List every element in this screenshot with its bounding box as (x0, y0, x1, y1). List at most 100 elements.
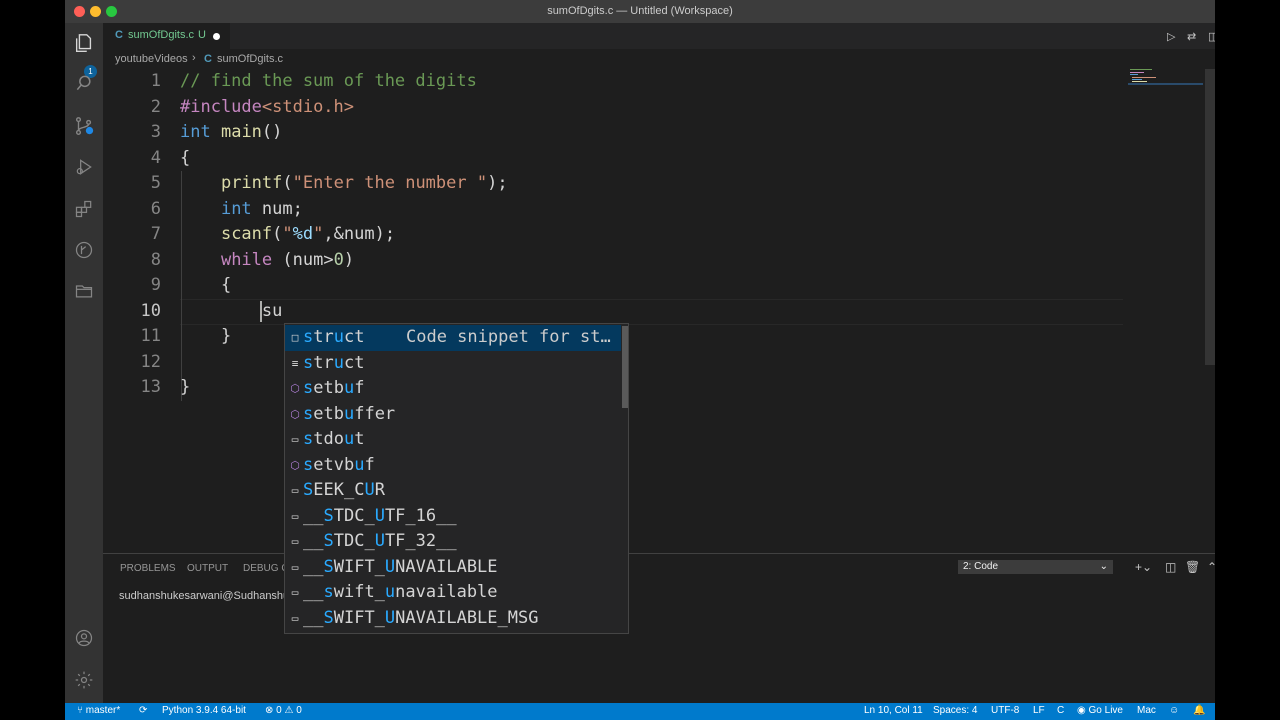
suggestion-item[interactable]: ▭ __swift_unavailable (285, 580, 621, 606)
settings-gear-icon[interactable] (72, 668, 96, 692)
title-bar: sumOfDgits.c — Untitled (Workspace) (65, 0, 1215, 23)
code-line[interactable]: 9 { (103, 273, 1203, 299)
breadcrumb-file[interactable]: sumOfDgits.c (217, 53, 283, 65)
code-line[interactable]: 5 printf("Enter the number "); (103, 171, 1203, 197)
open-changes-icon[interactable]: ⇄ (1187, 30, 1196, 43)
suggest-widget: □ struct Code snippet for st… ≡ struct ⬡ setbu… (284, 323, 629, 634)
broadcast-icon: ◉ (1077, 705, 1089, 716)
code-line[interactable]: 10 su (103, 299, 1203, 325)
warning-icon: ⚠ (281, 705, 297, 716)
snippet-icon: □ (291, 331, 299, 344)
code-line[interactable]: 1 // find the sum of the digits (103, 69, 1203, 95)
extensions-icon[interactable] (72, 197, 96, 221)
code-text: int num; (220, 198, 303, 219)
language-mode[interactable]: C (1057, 705, 1064, 716)
notifications-bell-icon[interactable]: 🔔 (1193, 705, 1205, 716)
function-icon: ⬡ (290, 407, 300, 421)
maximize-panel-icon[interactable]: ⌃ (1207, 560, 1215, 574)
editor-scrollbar[interactable] (1205, 69, 1215, 365)
search-icon[interactable] (72, 71, 96, 95)
end-of-line[interactable]: LF (1033, 705, 1045, 716)
terminal-select-value: 2: Code (963, 561, 999, 572)
suggestion-item[interactable]: ⬡ setbuf (285, 376, 621, 402)
line-number: 3 (150, 122, 161, 142)
folder-icon[interactable] (72, 279, 96, 303)
text-cursor (260, 301, 262, 322)
line-number: 1 (150, 71, 161, 91)
problems-status[interactable]: ⊗ 0 ⚠ 0 (265, 705, 302, 716)
suggestion-item[interactable]: ▭ __STDC_UTF_32__ (285, 529, 621, 555)
minimap[interactable] (1128, 69, 1203, 89)
suggestion-label: setbuf (303, 378, 365, 398)
suggestion-item[interactable]: □ struct Code snippet for st… (285, 325, 621, 351)
cursor-position[interactable]: Ln 10, Col 11 (864, 705, 923, 716)
new-terminal-icon[interactable]: +⌄ (1135, 560, 1152, 574)
code-text: su (261, 300, 283, 321)
line-number: 10 (140, 300, 161, 321)
code-line[interactable]: 7 scanf("%d",&num); (103, 222, 1203, 248)
python-interpreter[interactable]: Python 3.9.4 64-bit (162, 705, 246, 716)
feedback-icon[interactable]: ☺ (1169, 705, 1179, 716)
indentation[interactable]: Spaces: 4 (933, 705, 977, 716)
terminal-prompt[interactable]: sudhanshukesarwani@Sudhanshus- (119, 590, 298, 602)
keyword-icon: ≡ (291, 356, 299, 370)
suggestion-item[interactable]: ⬡ setbuffer (285, 402, 621, 428)
split-terminal-icon[interactable]: ◫ (1165, 560, 1176, 574)
run-debug-icon[interactable] (72, 155, 96, 179)
tab-sumofdgits[interactable]: C sumOfDgits.c U (103, 23, 230, 49)
unsaved-dot-icon[interactable] (213, 33, 220, 40)
suggestion-item[interactable]: ▭ SEEK_CUR (285, 478, 621, 504)
variable-icon: ▭ (291, 611, 299, 625)
remote-explorer-icon[interactable] (72, 238, 96, 262)
variable-icon: ▭ (291, 586, 299, 599)
c-file-icon: C (115, 29, 123, 41)
go-live-button[interactable]: ◉ Go Live (1077, 705, 1123, 716)
code-line[interactable]: 4{ (103, 146, 1203, 172)
suggestion-item[interactable]: ▭ stdout (285, 427, 621, 453)
suggestion-label: struct (303, 327, 365, 347)
suggestion-item[interactable]: ▭ __SWIFT_UNAVAILABLE (285, 555, 621, 581)
breadcrumb-folder[interactable]: youtubeVideos (115, 53, 188, 65)
suggestion-item[interactable]: ≡ struct (285, 351, 621, 377)
line-number: 7 (150, 224, 161, 244)
encoding[interactable]: UTF-8 (991, 705, 1019, 716)
suggestion-item[interactable]: ⬡ setvbuf (285, 453, 621, 479)
tab-output[interactable]: OUTPUT (187, 563, 228, 574)
variable-icon: ▭ (291, 509, 299, 523)
suggest-scrollbar[interactable] (622, 326, 628, 408)
code-line[interactable]: 8 while (num>0) (103, 248, 1203, 274)
code-line[interactable]: 2 #include<stdio.h> (103, 95, 1203, 121)
suggestion-item[interactable]: ▭ __SWIFT_UNAVAILABLE_MSG (285, 606, 621, 632)
account-icon[interactable] (72, 626, 96, 650)
terminal-select[interactable]: 2: Code ⌄ (958, 560, 1113, 574)
run-file-icon[interactable]: ▷ (1167, 30, 1175, 43)
code-text: printf("Enter the number "); (220, 173, 508, 193)
variable-icon: ▭ (291, 484, 299, 497)
line-number: 2 (150, 96, 161, 117)
code-line[interactable]: 12 (103, 350, 1203, 376)
chevron-down-icon: ⌄ (1099, 561, 1108, 572)
line-number: 5 (150, 173, 161, 193)
branch-status[interactable]: ⑂ master* (77, 705, 120, 716)
code-text: { (180, 275, 232, 295)
breadcrumb-separator: › (192, 52, 196, 64)
tab-untracked-badge: U (198, 29, 206, 41)
explorer-icon[interactable] (72, 31, 96, 55)
variable-icon: ▭ (291, 560, 299, 574)
split-editor-icon[interactable]: ◫ (1208, 30, 1215, 43)
suggestion-item[interactable]: ▭ __STDC_UTF_16__ (285, 504, 621, 530)
sync-icon[interactable]: ⟳ (139, 705, 147, 716)
kill-terminal-icon[interactable]: 🗑 (1185, 560, 1200, 574)
code-text: { (180, 147, 191, 168)
code-line[interactable]: 11 } (103, 324, 1203, 350)
code-line[interactable]: 6 int num; (103, 197, 1203, 223)
code-line[interactable]: 3 int main() (103, 120, 1203, 146)
suggestion-label: __STDC_UTF_16__ (303, 505, 457, 526)
tab-problems[interactable]: PROBLEMS (120, 563, 176, 574)
source-control-icon[interactable] (72, 114, 96, 138)
editor-tab-bar: C sumOfDgits.c U ▷ ⇄ ◫ ⋯ (103, 23, 1215, 49)
platform-status[interactable]: Mac (1137, 705, 1156, 716)
function-icon: ⬡ (290, 458, 300, 472)
code-editor[interactable]: 1 // find the sum of the digits 2 #include<… (103, 69, 1203, 552)
code-line[interactable]: 13} (103, 375, 1203, 401)
